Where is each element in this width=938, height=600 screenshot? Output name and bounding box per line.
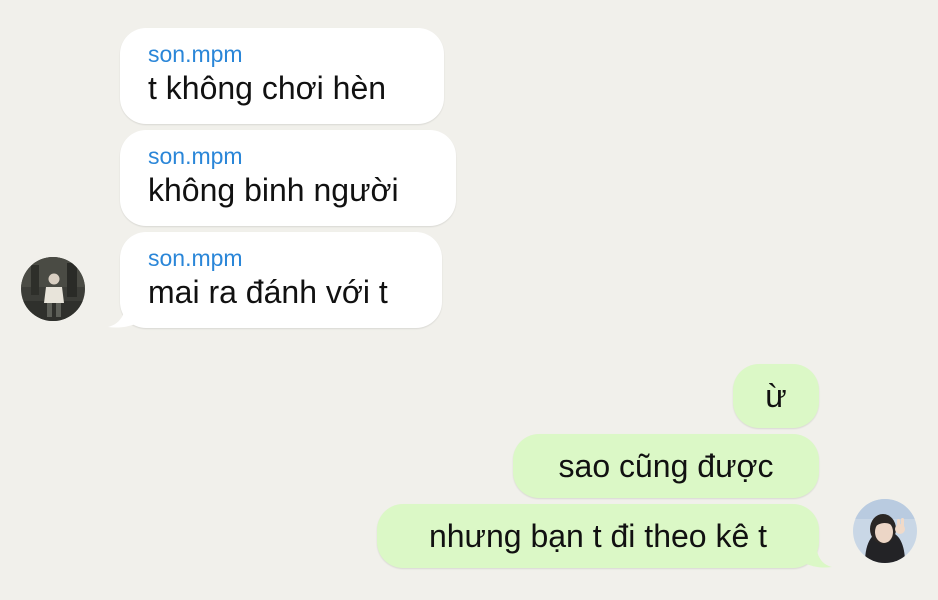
outgoing-message-bubble[interactable]: nhưng bạn t đi theo kê t [377,504,819,568]
message-text: không binh người [148,172,399,208]
incoming-message-bubble[interactable]: son.mpm không binh người [120,130,456,226]
incoming-message-bubble[interactable]: son.mpm mai ra đánh với t [120,232,442,328]
message-text: ừ [765,378,787,414]
chat-screen: { "colors": { "background": "#f1f0eb", "… [0,0,938,600]
incoming-bubble-tail [108,300,140,328]
message-text: sao cũng được [558,448,774,484]
outgoing-bubble-tail [802,540,832,568]
outgoing-message-bubble[interactable]: sao cũng được [513,434,819,498]
message-text: nhưng bạn t đi theo kê t [428,518,768,554]
message-text: t không chơi hèn [148,70,387,106]
sender-name[interactable]: son.mpm [148,244,416,272]
incoming-message-bubble[interactable]: son.mpm t không chơi hèn [120,28,444,124]
self-avatar[interactable] [853,499,917,563]
outgoing-message-bubble[interactable]: ừ [733,364,819,428]
sender-name[interactable]: son.mpm [148,40,418,68]
sender-name[interactable]: son.mpm [148,142,430,170]
contact-avatar[interactable] [21,257,85,321]
self-avatar-photo-icon [853,499,917,563]
contact-avatar-photo-icon [21,257,85,321]
message-text: mai ra đánh với t [148,274,388,310]
